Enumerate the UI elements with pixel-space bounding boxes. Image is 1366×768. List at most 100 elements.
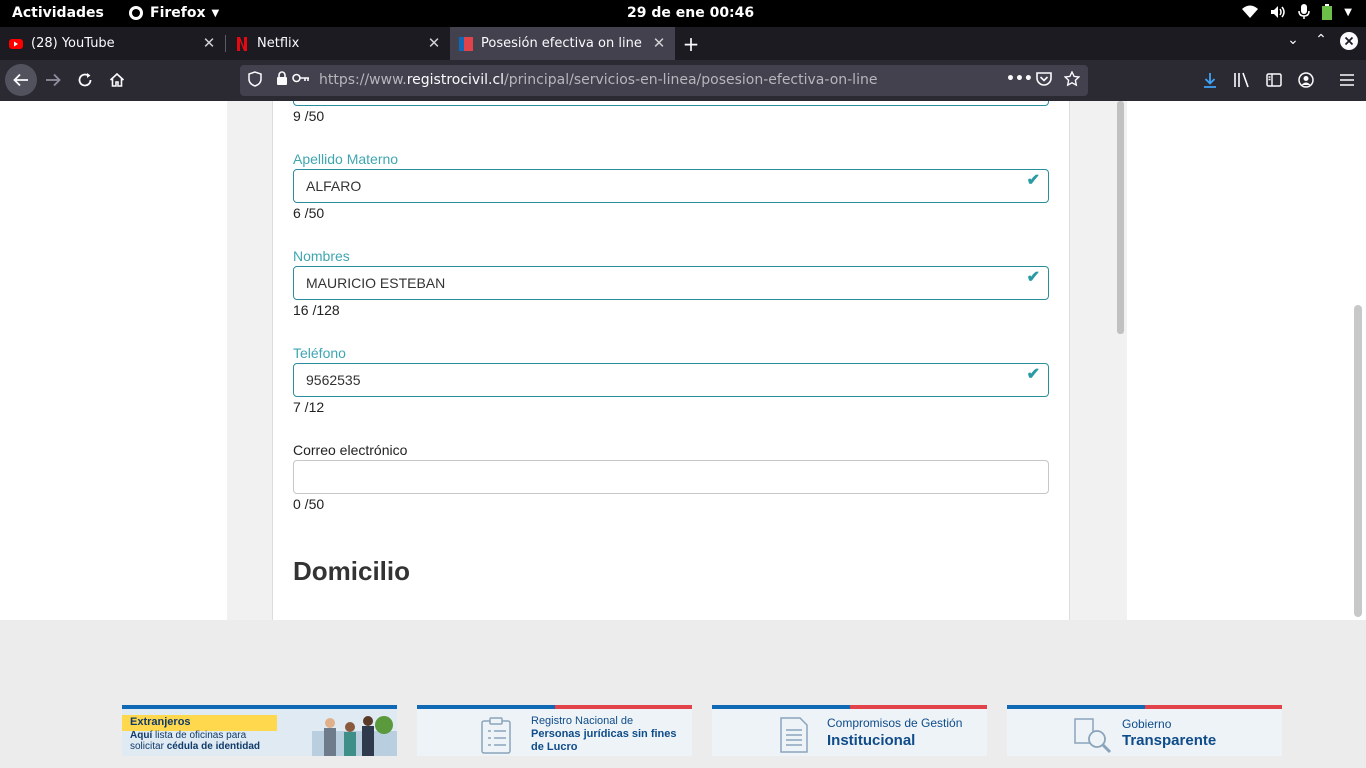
banner-accent — [849, 705, 987, 709]
app-menu[interactable]: Firefox ▼ — [128, 5, 219, 21]
document-icon — [778, 717, 810, 753]
close-tab-icon[interactable]: ✕ — [201, 35, 217, 51]
system-tray[interactable]: ▼ — [1242, 4, 1352, 20]
activities-button[interactable]: Actividades — [12, 5, 104, 21]
url-path: /principal/servicios-en-linea/posesion-e… — [504, 72, 878, 88]
nombres-input[interactable]: MAURICIO ESTEBAN ✔ — [293, 266, 1049, 300]
close-icon — [1340, 32, 1358, 50]
microphone-icon — [1298, 4, 1311, 19]
tab-posesion-efectiva[interactable]: Posesión efectiva on line ✕ — [450, 27, 675, 60]
lock-icon[interactable] — [276, 71, 288, 90]
apellido-materno-counter: 6 /50 — [293, 205, 325, 221]
tab-label: (28) YouTube — [31, 36, 115, 51]
telefono-label: Teléfono — [293, 345, 346, 361]
menu-button[interactable] — [1332, 66, 1362, 94]
volume-icon — [1271, 6, 1286, 18]
url-text[interactable]: https://www.registrocivil.cl/principal/s… — [319, 72, 877, 88]
banner-personas-juridicas[interactable]: Registro Nacional de Personas jurídicas … — [417, 705, 692, 756]
tab-youtube[interactable]: (28) YouTube ✕ — [0, 27, 225, 60]
caret-down-icon: ▼ — [211, 7, 220, 19]
tab-netflix[interactable]: Netflix ✕ — [226, 27, 450, 60]
banner-line3: de Lucro — [531, 741, 578, 753]
check-icon: ✔ — [1026, 366, 1040, 383]
banner-extranjeros[interactable]: Extranjeros Aquí lista de oficinas para … — [122, 705, 397, 756]
forward-button[interactable] — [38, 66, 68, 94]
banner-text: lista de oficinas para — [152, 730, 247, 741]
power-menu-icon: ▼ — [1344, 6, 1352, 18]
home-icon — [109, 72, 125, 87]
clock[interactable]: 29 de ene 00:46 — [627, 5, 754, 21]
permissions-key-icon[interactable] — [292, 71, 310, 89]
inner-scrollbar-thumb[interactable] — [1117, 101, 1124, 334]
sidebar-icon — [1266, 73, 1282, 87]
clipboard-icon — [479, 717, 511, 754]
home-button[interactable] — [102, 66, 132, 94]
banner-line3: solicitar cédula de identidad — [130, 741, 260, 752]
correo-label: Correo electrónico — [293, 442, 408, 458]
wifi-icon — [1242, 5, 1259, 18]
banner-line2: Aquí lista de oficinas para — [130, 730, 246, 741]
banner-emphasis: Aquí — [130, 730, 153, 741]
library-icon — [1234, 72, 1249, 88]
apellido-materno-value: ALFARO — [306, 178, 362, 194]
banner-emphasis: cédula de identidad — [166, 741, 261, 752]
banner-line2: Transparente — [1122, 732, 1217, 749]
window-close-button[interactable] — [1338, 32, 1360, 54]
reload-icon — [78, 73, 92, 87]
download-icon — [1204, 73, 1216, 88]
tab-strip: (28) YouTube ✕ Netflix ✕ Posesión efecti… — [0, 27, 1366, 60]
back-button[interactable] — [5, 64, 37, 96]
app-name: Firefox — [150, 5, 206, 21]
apellido-materno-label: Apellido Materno — [293, 151, 399, 167]
close-tab-icon[interactable]: ✕ — [426, 35, 442, 51]
magnifier-document-icon — [1073, 717, 1112, 754]
banner-title: Extranjeros — [130, 716, 191, 728]
nombres-label: Nombres — [293, 248, 350, 264]
banner-line1: Registro Nacional de — [531, 715, 634, 727]
pocket-icon[interactable] — [1036, 71, 1052, 90]
new-tab-button[interactable]: + — [680, 32, 702, 56]
telefono-input[interactable]: 9562535 ✔ — [293, 363, 1049, 397]
firefox-icon — [129, 6, 143, 20]
window-restore-icon[interactable]: ⌃ — [1310, 32, 1332, 48]
page-scrollbar-thumb[interactable] — [1354, 305, 1362, 617]
telefono-value: 9562535 — [306, 372, 361, 388]
downloads-button[interactable] — [1195, 66, 1225, 94]
reload-button[interactable] — [70, 66, 100, 94]
library-button[interactable] — [1227, 66, 1257, 94]
banner-text: solicitar — [130, 741, 167, 752]
tab-label: Posesión efectiva on line — [481, 36, 642, 51]
navigation-toolbar: https://www.registrocivil.cl/principal/s… — [0, 60, 1366, 101]
arrow-left-icon — [13, 73, 28, 87]
correo-input[interactable] — [293, 460, 1049, 494]
banner-compromisos[interactable]: Compromisos de Gestión Institucional — [712, 705, 987, 756]
page-actions-icon[interactable]: ••• — [1006, 71, 1033, 87]
flag-icon — [459, 36, 473, 51]
close-tab-icon[interactable]: ✕ — [651, 35, 667, 51]
netflix-icon — [235, 36, 249, 51]
banner-line2: Personas jurídicas sin fines — [531, 728, 677, 740]
banner-gobierno-transparente[interactable]: Gobierno Transparente — [1007, 705, 1282, 756]
check-icon: ✔ — [1026, 172, 1040, 189]
apellido-paterno-input[interactable] — [293, 101, 1049, 106]
tab-label: Netflix — [257, 36, 300, 51]
banner-line1: Compromisos de Gestión — [827, 716, 963, 730]
account-button[interactable] — [1291, 66, 1321, 94]
tracking-protection-icon[interactable] — [248, 71, 262, 91]
account-icon — [1298, 72, 1314, 88]
apellido-materno-input[interactable]: ALFARO ✔ — [293, 169, 1049, 203]
banner-accent — [260, 705, 398, 709]
bookmark-star-icon[interactable] — [1063, 70, 1081, 91]
apellido-paterno-counter: 9 /50 — [293, 108, 325, 124]
banner-line2: Institucional — [827, 732, 916, 749]
domicilio-heading: Domicilio — [293, 556, 411, 586]
youtube-icon — [9, 37, 23, 51]
hamburger-menu-icon — [1340, 74, 1354, 86]
address-bar[interactable]: https://www.registrocivil.cl/principal/s… — [240, 65, 1088, 96]
url-prefix: https://www. — [319, 72, 407, 88]
banner-line1: Gobierno — [1122, 717, 1172, 731]
telefono-counter: 7 /12 — [293, 399, 325, 415]
sidebar-button[interactable] — [1259, 66, 1289, 94]
list-all-tabs-icon[interactable]: ⌄ — [1282, 32, 1304, 48]
url-host: registrocivil.cl — [406, 72, 505, 88]
